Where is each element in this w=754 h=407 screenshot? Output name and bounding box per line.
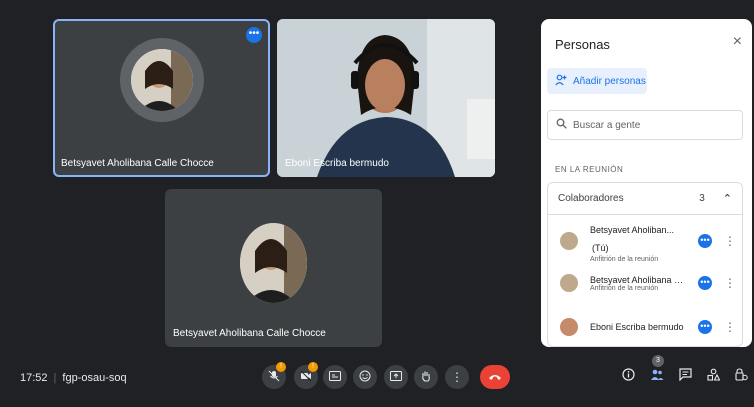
add-people-button[interactable]: Añadir personas [547, 68, 647, 94]
group-count: 3 [699, 193, 705, 204]
camera-feed [277, 19, 495, 177]
divider: | [53, 372, 57, 384]
collaborators-group: Colaboradores 3 ⌃ Betsyavet Aholiban... (… [547, 182, 743, 347]
more-options-icon[interactable]: ••• [698, 276, 712, 290]
activities-icon[interactable] [707, 368, 721, 384]
avatar [240, 223, 307, 303]
chat-icon[interactable] [679, 368, 692, 384]
emoji-button[interactable] [353, 365, 377, 389]
end-call-button[interactable] [480, 365, 510, 389]
kebab-menu-icon[interactable]: ⋮ [724, 276, 736, 290]
video-tile-betsyavet-2[interactable]: Betsyavet Aholibana Calle Chocce [165, 189, 382, 347]
person-name: Betsyavet Aholibana Cal... [590, 274, 688, 285]
emoji-icon [359, 370, 371, 385]
present-icon [390, 370, 402, 385]
warning-badge: ! [308, 362, 318, 372]
person-name: Betsyavet Aholiban... [590, 224, 675, 235]
raise-hand-button[interactable] [414, 365, 438, 389]
more-options-icon[interactable]: ••• [698, 320, 712, 334]
avatar [560, 232, 578, 250]
collaborators-header[interactable]: Colaboradores 3 ⌃ [548, 183, 742, 215]
person-photo-icon [240, 223, 307, 303]
avatar [560, 318, 578, 336]
more-options-icon[interactable]: ••• [246, 27, 262, 43]
add-people-label: Añadir personas [573, 75, 646, 87]
add-person-icon [555, 74, 567, 89]
info-icon[interactable] [622, 368, 635, 384]
group-label: Colaboradores [558, 193, 624, 204]
avatar [560, 274, 578, 292]
people-panel: Personas × Añadir personas Buscar a gent… [541, 19, 752, 347]
search-icon [556, 118, 567, 132]
participant-name: Betsyavet Aholibana Calle Chocce [61, 158, 214, 169]
avatar-ring [120, 38, 204, 122]
meeting-info: 17:52 | fgp-osau-soq [20, 372, 127, 384]
more-options-icon[interactable]: ••• [698, 234, 712, 248]
kebab-menu-icon: ⋮ [451, 370, 463, 384]
host-controls-icon[interactable] [735, 368, 748, 384]
video-tile-eboni[interactable]: Eboni Escriba bermudo [277, 19, 495, 177]
captions-icon [329, 370, 341, 384]
meeting-code: fgp-osau-soq [62, 372, 127, 384]
camera-off-icon [300, 370, 312, 385]
meeting-time: 17:52 [20, 372, 48, 384]
search-input[interactable]: Buscar a gente [547, 110, 743, 140]
search-placeholder: Buscar a gente [573, 119, 641, 131]
more-options-button[interactable]: ⋮ [445, 365, 469, 389]
warning-badge: ! [276, 362, 286, 372]
present-button[interactable] [384, 365, 408, 389]
list-item[interactable]: Betsyavet Aholibana Cal... Anfitrión de … [548, 263, 742, 303]
kebab-menu-icon[interactable]: ⋮ [724, 320, 736, 334]
chevron-up-icon[interactable]: ⌃ [723, 192, 732, 205]
avatar [131, 49, 193, 111]
close-icon[interactable]: × [733, 33, 742, 51]
person-photo-icon [131, 49, 193, 111]
phone-hangup-icon [488, 370, 502, 384]
participant-name: Eboni Escriba bermudo [285, 158, 389, 169]
people-icon[interactable] [650, 368, 664, 384]
participant-name: Betsyavet Aholibana Calle Chocce [173, 328, 326, 339]
section-label: EN LA REUNIÓN [555, 165, 624, 174]
hand-icon [420, 370, 432, 385]
list-item[interactable]: Eboni Escriba bermudo ••• ⋮ [548, 307, 742, 347]
panel-title: Personas [555, 37, 610, 52]
list-item[interactable]: Betsyavet Aholiban... (Tú) Anfitrión de l… [548, 221, 742, 263]
you-label: (Tú) [592, 242, 609, 253]
captions-button[interactable] [323, 365, 347, 389]
participant-count-badge: 3 [652, 355, 664, 367]
kebab-menu-icon[interactable]: ⋮ [724, 234, 736, 248]
person-role: Anfitrión de la reunión [590, 255, 659, 263]
video-tile-betsyavet[interactable]: ••• Betsyavet Aholibana Calle Chocce [53, 19, 270, 177]
person-name: Eboni Escriba bermudo [590, 322, 684, 332]
mic-off-icon [268, 370, 280, 385]
person-role: Anfitrión de la reunión [590, 284, 659, 292]
